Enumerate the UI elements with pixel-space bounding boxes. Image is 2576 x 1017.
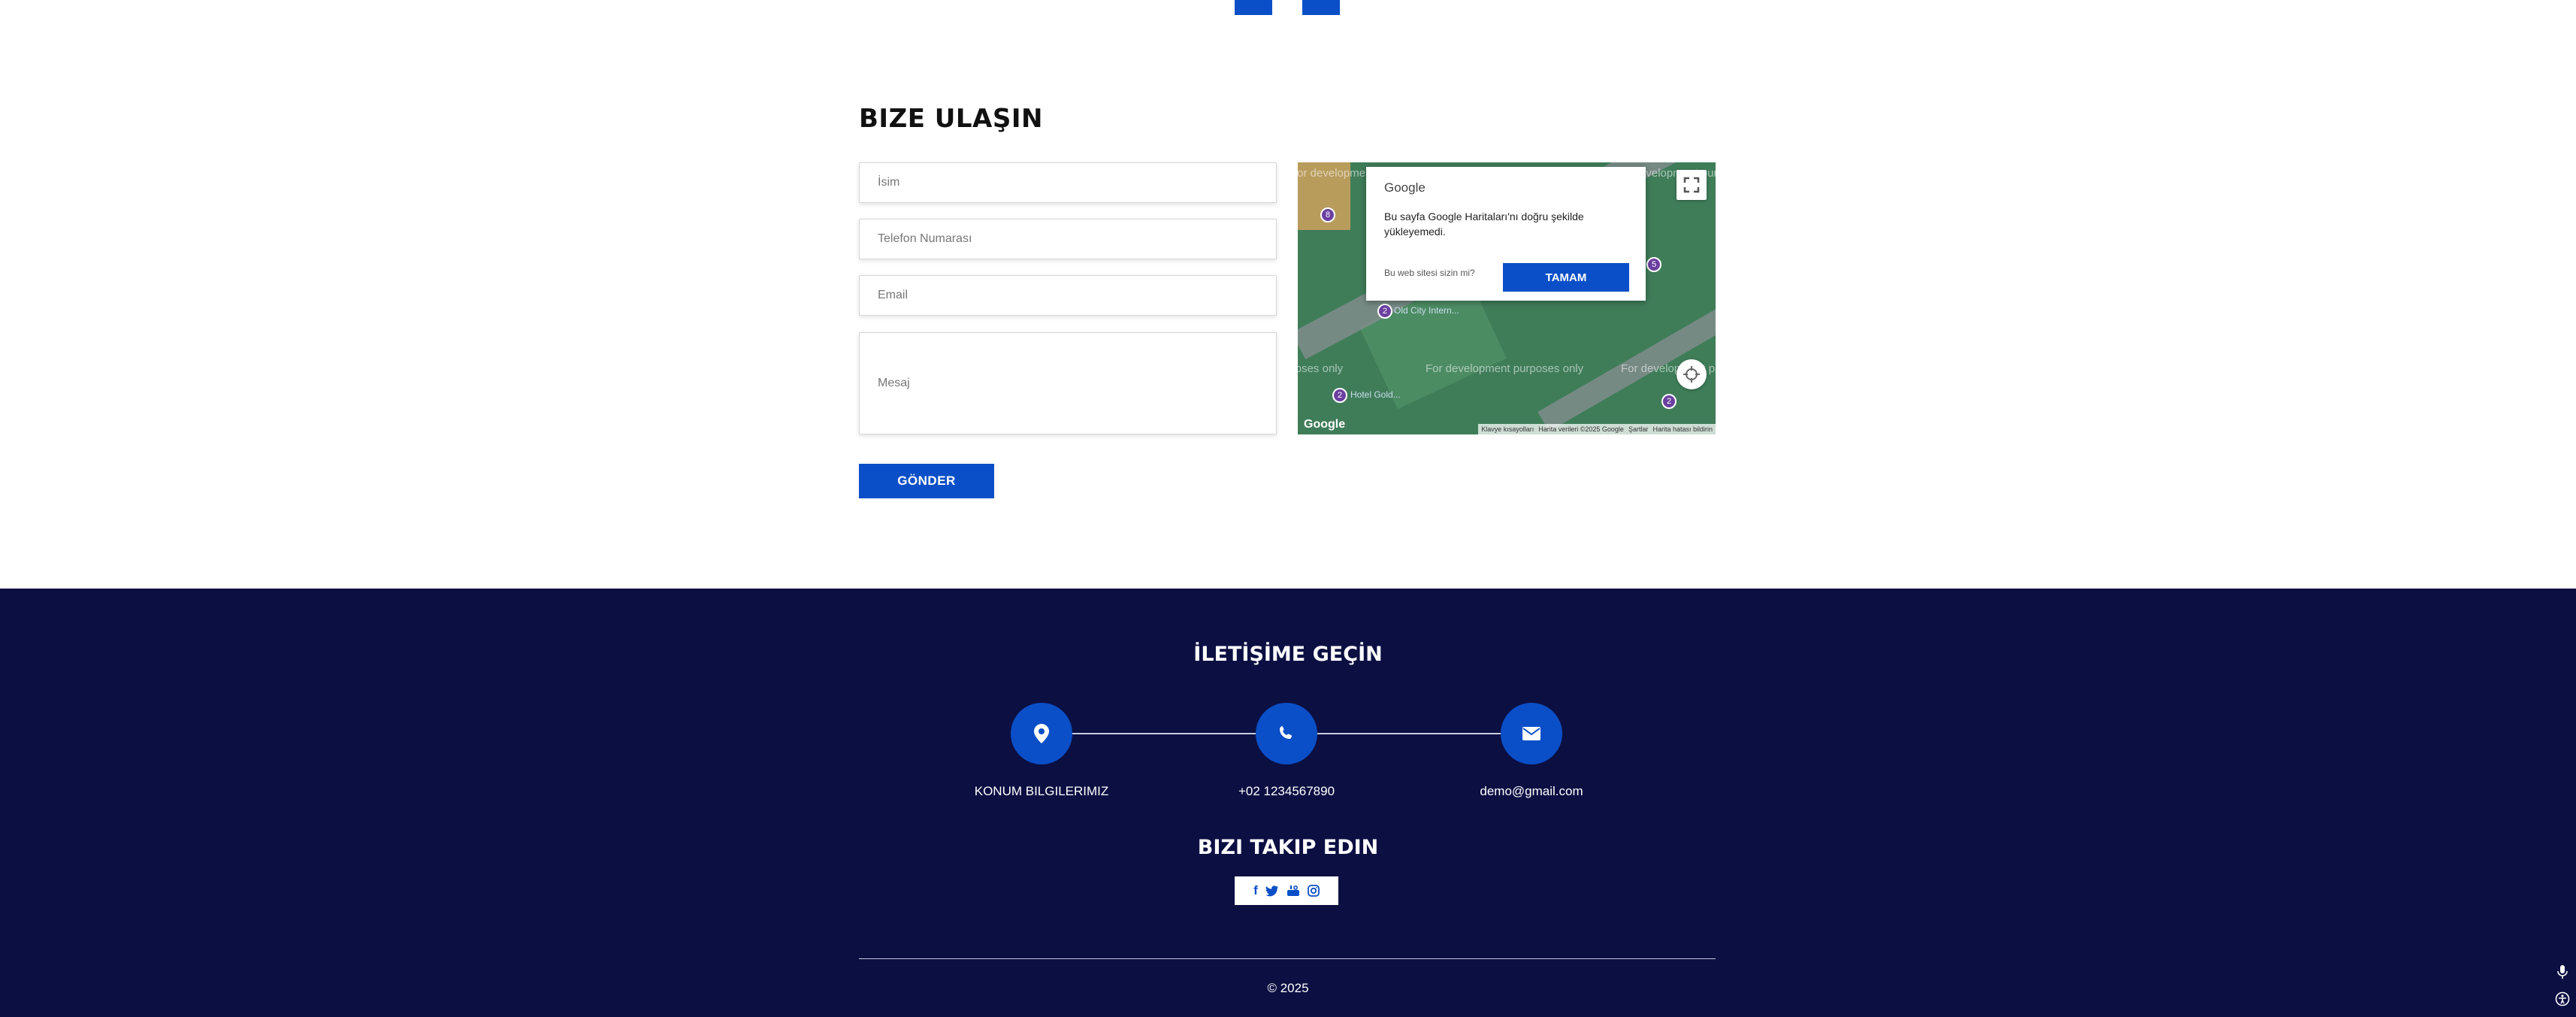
map-pin[interactable]: 2 [1332, 388, 1347, 403]
map-place-label: Hotel Gold... [1350, 389, 1401, 400]
terms-link[interactable]: Şartlar [1628, 425, 1649, 433]
microphone-icon[interactable] [2553, 963, 2571, 981]
email-label[interactable]: demo@gmail.com [1419, 784, 1644, 799]
contact-title: BIZE ULAŞIN [859, 104, 1043, 134]
name-input[interactable]: İsim [859, 162, 1277, 203]
youtube-icon[interactable] [1286, 885, 1300, 897]
owner-link[interactable]: Bu web sitesi sizin mi? [1384, 268, 1475, 278]
map-place-label: Old City Intern... [1394, 305, 1459, 316]
accessibility-icon[interactable] [2553, 990, 2571, 1008]
location-label: KONUM BILGILERIMIZ [974, 784, 1109, 798]
keyboard-shortcuts-link[interactable]: Klavye kısayolları [1481, 425, 1534, 433]
social-links: f [1235, 876, 1338, 905]
google-map[interactable]: For development purposes only For develo… [1298, 162, 1716, 434]
copyright: © 2025 [1267, 981, 1309, 995]
follow-us-title: BIZI TAKIP EDIN [1197, 836, 1379, 859]
map-pin[interactable]: 5 [1646, 257, 1661, 272]
instagram-icon[interactable] [1307, 885, 1320, 897]
top-block-left[interactable] [1235, 0, 1272, 15]
map-error-dialog: Google Bu sayfa Google Haritaları'nı doğ… [1366, 167, 1646, 301]
map-watermark: For development purposes only [1426, 362, 1584, 375]
facebook-icon[interactable]: f [1253, 883, 1258, 898]
send-button[interactable]: GÖNDER [859, 464, 994, 498]
footer-divider [859, 958, 1716, 959]
site-footer: İLETİŞİME GEÇİN KONUM BILGILERIMIZ +02 1… [0, 589, 2576, 1017]
ok-button[interactable]: TAMAM [1503, 263, 1629, 292]
phone-input[interactable]: Telefon Numarası [859, 219, 1277, 259]
map-pin[interactable]: 8 [1320, 207, 1335, 222]
map-footer: Klavye kısayolları Harita verileri ©2025… [1478, 424, 1716, 434]
top-block-right[interactable] [1302, 0, 1340, 15]
phone-icon[interactable] [1256, 703, 1317, 764]
envelope-icon[interactable] [1501, 703, 1562, 764]
report-error-link[interactable]: Harita hatası bildirin [1652, 425, 1713, 433]
twitter-icon[interactable] [1265, 885, 1279, 897]
get-in-touch-title: İLETİŞİME GEÇİN [1193, 643, 1383, 666]
phone-label[interactable]: +02 1234567890 [1174, 784, 1399, 799]
google-logo: Google [1384, 180, 1426, 195]
fullscreen-icon[interactable] [1677, 170, 1707, 200]
google-map-logo[interactable]: Google [1304, 418, 1345, 431]
email-input[interactable]: Email [859, 275, 1277, 316]
map-watermark: For development purposes only [1298, 362, 1344, 375]
message-textarea[interactable]: Mesaj [859, 332, 1277, 434]
page: BIZE ULAŞIN İsim Telefon Numarası Email … [0, 0, 2576, 1017]
map-error-message: Bu sayfa Google Haritaları'nı doğru şeki… [1384, 210, 1584, 238]
map-data-label: Harita verileri ©2025 Google [1538, 425, 1624, 433]
location-pin-icon[interactable] [1011, 703, 1072, 764]
map-pin[interactable]: 2 [1661, 394, 1677, 409]
crosshair-icon[interactable] [1677, 359, 1707, 389]
map-pin[interactable]: 2 [1377, 304, 1392, 319]
